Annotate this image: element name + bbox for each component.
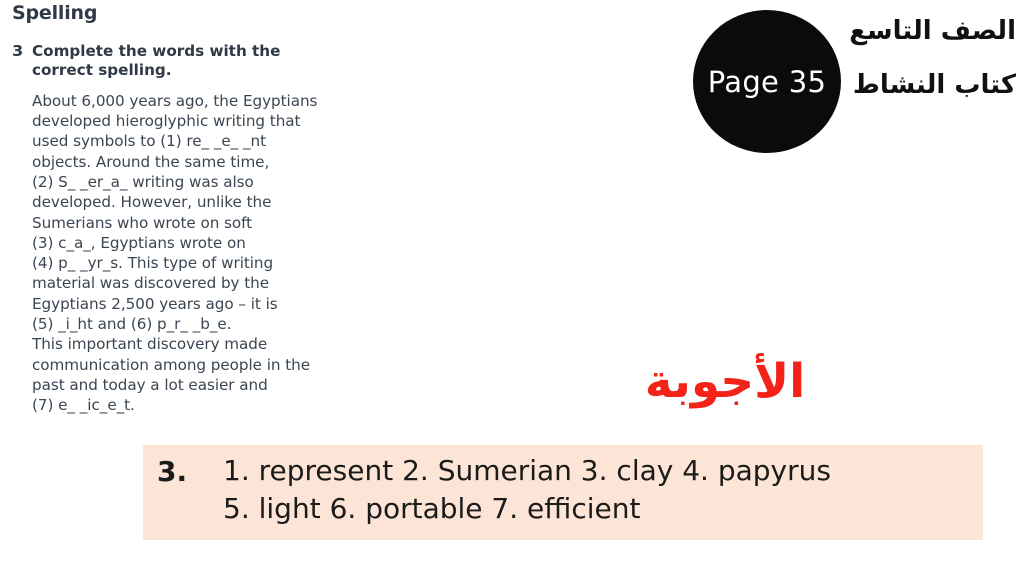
answer-key-content: 3. 1. represent 2. Sumerian 3. clay 4. p… [143,445,983,527]
answers-title-arabic: الأجوبة [644,354,806,409]
answer-key-line-2: 5. light 6. portable 7. efficient [223,491,641,525]
exercise-instruction-text: Complete the words with the correct spel… [32,42,281,80]
answer-key-line-1: 1. represent 2. Sumerian 3. clay 4. papy… [223,454,831,487]
exercise-block: 3 Complete the words with the correct sp… [12,42,352,415]
arabic-book-label: كتاب النشاط [852,70,1016,100]
answer-key-panel: 3. 1. represent 2. Sumerian 3. clay 4. p… [143,445,983,540]
exercise-prompt-row: 3 Complete the words with the correct sp… [12,42,352,81]
exercise-number-marker: 3 [12,42,24,60]
arabic-grade-label: الصف التاسع [849,16,1016,46]
exercise-passage-text: About 6,000 years ago, the Egyptians dev… [32,91,318,415]
section-heading-spelling: Spelling [12,2,98,24]
worksheet-excerpt: Spelling 3 Complete the words with the c… [0,0,400,440]
arabic-header: الصف التاسع كتاب النشاط [700,12,1016,98]
answer-key-exercise-number: 3. [157,455,188,488]
